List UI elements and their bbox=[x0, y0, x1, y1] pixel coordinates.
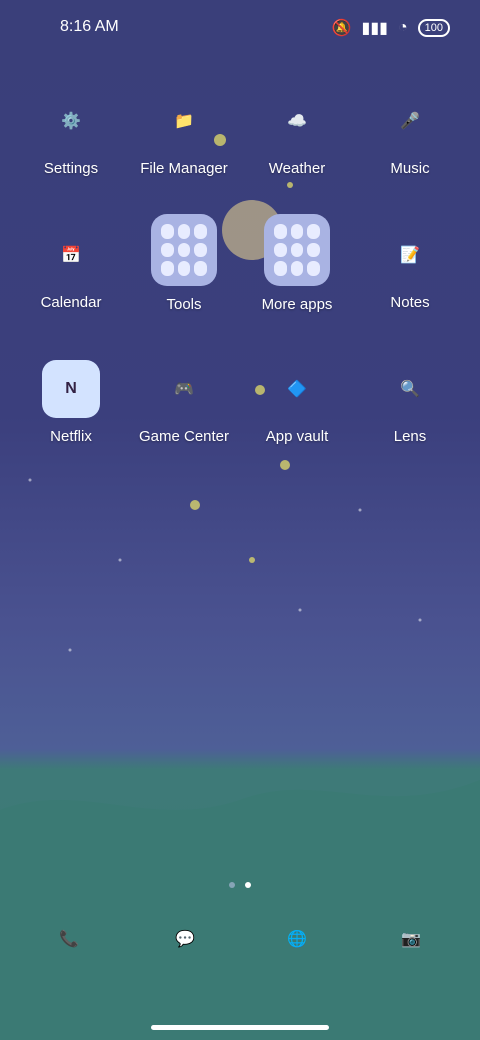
netflix-icon: N bbox=[42, 360, 100, 418]
dock-app-4[interactable]: 📷 bbox=[376, 910, 446, 978]
app-game-center[interactable]: 🎮 Game Center bbox=[129, 360, 239, 445]
dock-app-2[interactable]: 💬 bbox=[150, 910, 220, 978]
weather-icon: ☁️ bbox=[287, 113, 307, 130]
dock: 📞 💬 🌐 📷 bbox=[0, 910, 480, 980]
status-bar: 8:16 AM 🔕 ▮▮▮ ◔ 100 bbox=[0, 0, 480, 56]
page-dot bbox=[229, 882, 235, 888]
page-indicator bbox=[0, 882, 480, 888]
file-manager-icon: 📁 bbox=[174, 113, 194, 130]
app-weather[interactable]: ☁️ Weather bbox=[242, 92, 352, 177]
camera-icon: 📷 bbox=[401, 931, 421, 948]
home-indicator[interactable] bbox=[151, 1025, 329, 1030]
app-file-manager[interactable]: 📁 File Manager bbox=[129, 92, 239, 177]
page-dot-active bbox=[245, 882, 251, 888]
app-settings[interactable]: ⚙️ Settings bbox=[16, 92, 126, 177]
app-notes[interactable]: 📝 Notes bbox=[355, 226, 465, 311]
app-lens[interactable]: 🔍 Lens bbox=[355, 360, 465, 445]
calendar-icon: 📅 bbox=[61, 247, 81, 264]
lens-icon: 🔍 bbox=[400, 381, 420, 398]
folder-icon bbox=[151, 214, 217, 286]
messages-icon: 💬 bbox=[175, 931, 195, 948]
hill-scenery bbox=[0, 770, 480, 1040]
notes-icon: 📝 bbox=[400, 247, 420, 264]
folder-tools[interactable]: Tools bbox=[129, 214, 239, 313]
app-calendar[interactable]: 📅 Calendar bbox=[16, 226, 126, 311]
settings-icon: ⚙️ bbox=[61, 113, 81, 130]
signal-icon: ▮▮▮ bbox=[361, 20, 388, 37]
game-center-icon: 🎮 bbox=[174, 381, 194, 398]
status-time: 8:16 AM bbox=[60, 18, 119, 35]
dock-app-1[interactable]: 📞 bbox=[34, 910, 104, 978]
app-app-vault[interactable]: 🔷 App vault bbox=[242, 360, 352, 445]
browser-icon: 🌐 bbox=[287, 931, 307, 948]
dock-app-3[interactable]: 🌐 bbox=[262, 910, 332, 978]
folder-more-apps[interactable]: More apps bbox=[242, 214, 352, 313]
folder-icon bbox=[264, 214, 330, 286]
app-music[interactable]: 🎤 Music bbox=[355, 92, 465, 177]
app-vault-icon: 🔷 bbox=[287, 381, 307, 398]
wifi-icon: ◔ bbox=[397, 19, 408, 36]
phone-icon: 📞 bbox=[59, 931, 79, 948]
silent-icon: 🔕 bbox=[331, 20, 352, 37]
app-netflix[interactable]: N Netflix bbox=[16, 360, 126, 445]
music-icon: 🎤 bbox=[400, 113, 420, 130]
battery-indicator: 100 bbox=[417, 19, 450, 37]
